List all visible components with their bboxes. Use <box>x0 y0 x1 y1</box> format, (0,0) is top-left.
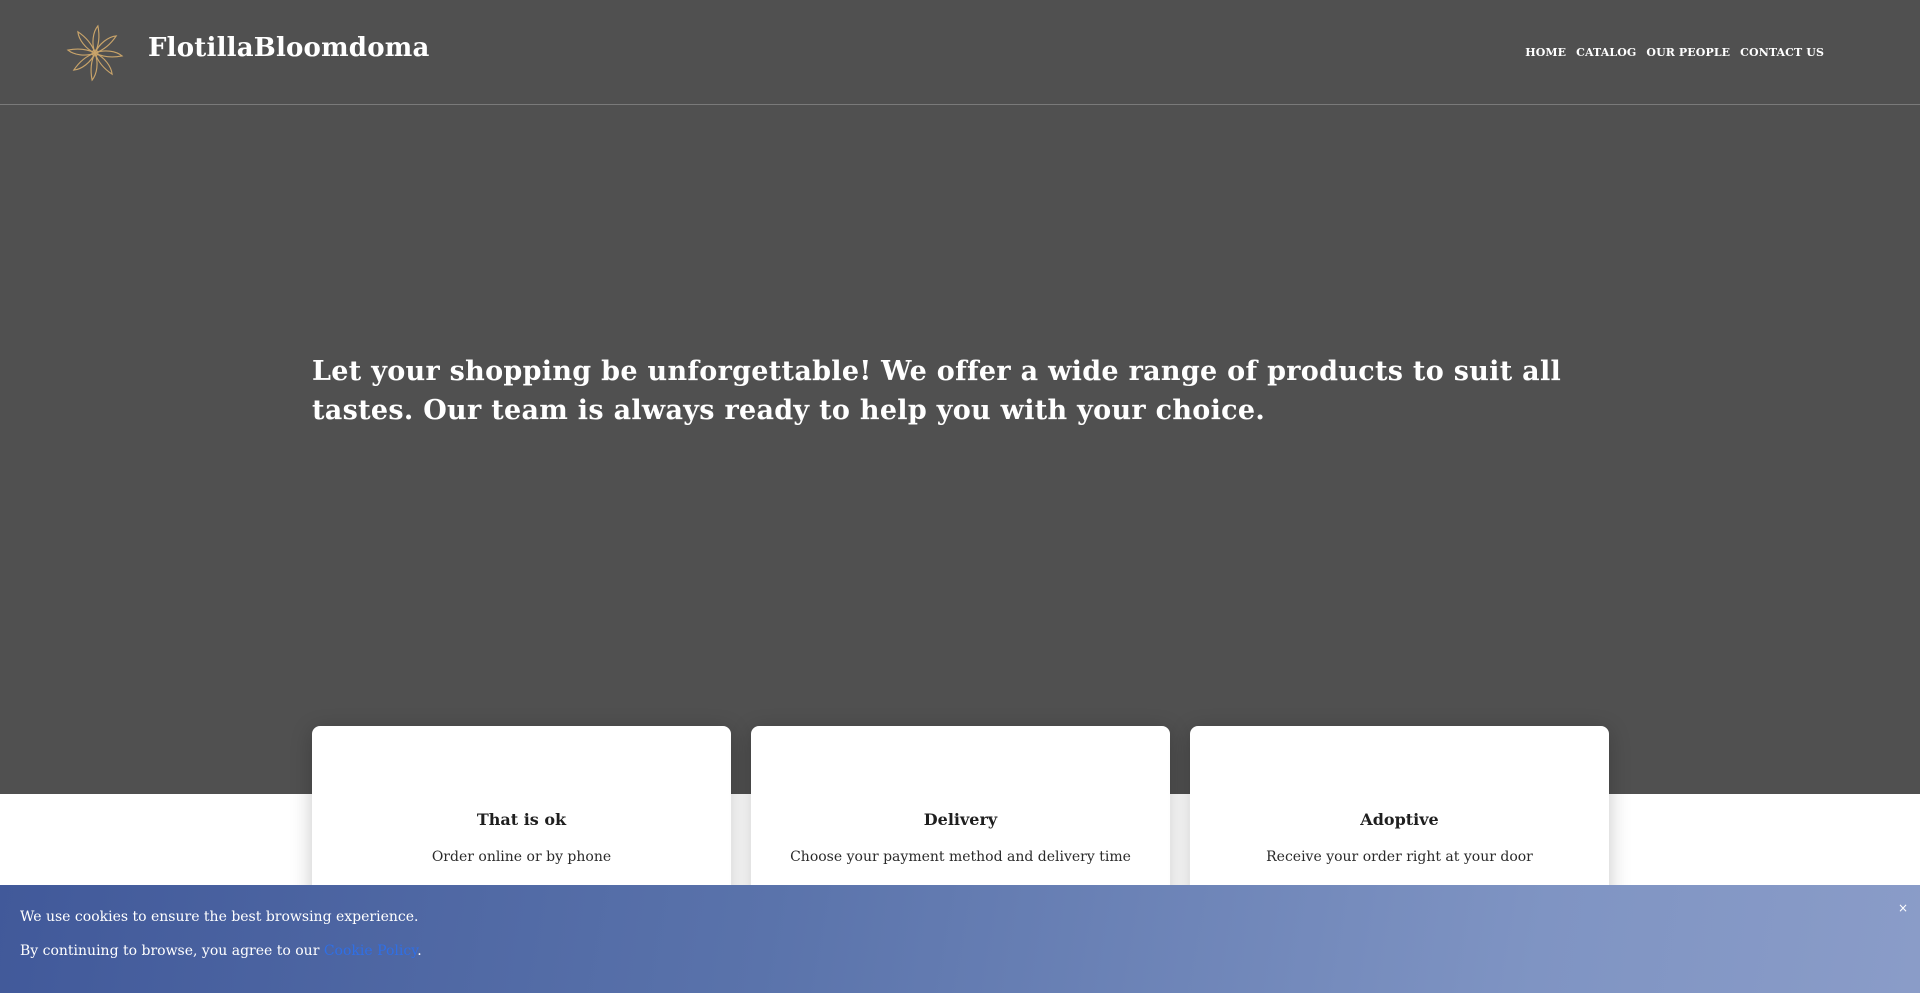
cookie-consent-prefix: By continuing to browse, you agree to ou… <box>20 943 324 959</box>
nav-catalog[interactable]: CATALOG <box>1576 46 1636 59</box>
cookie-policy-link[interactable]: Cookie Policy <box>324 943 417 959</box>
nav-our-people[interactable]: OUR PEOPLE <box>1646 46 1730 59</box>
main-nav: HOME CATALOG OUR PEOPLE CONTACT US <box>1525 46 1824 59</box>
flower-logo-icon[interactable] <box>66 24 124 82</box>
close-icon[interactable]: × <box>1898 901 1908 915</box>
feature-card-desc: Order online or by phone <box>431 849 612 865</box>
feature-card-desc: Receive your order right at your door <box>1266 849 1533 865</box>
brand-name[interactable]: FlotillaBloomdoma <box>148 33 430 63</box>
site-header: FlotillaBloomdoma HOME CATALOG OUR PEOPL… <box>0 0 1920 105</box>
nav-contact-us[interactable]: CONTACT US <box>1740 46 1824 59</box>
cookie-banner: We use cookies to ensure the best browsi… <box>0 885 1920 993</box>
nav-home[interactable]: HOME <box>1525 46 1566 59</box>
cookie-consent-suffix: . <box>417 943 422 959</box>
hero-text: Let your shopping be unforgettable! We o… <box>312 356 1562 426</box>
feature-card-title: Adoptive <box>1360 810 1439 829</box>
feature-card-title: Delivery <box>923 810 998 829</box>
cookie-consent-text: By continuing to browse, you agree to ou… <box>20 943 422 959</box>
feature-card-desc: Choose your payment method and delivery … <box>790 849 1131 865</box>
cookie-message: We use cookies to ensure the best browsi… <box>20 909 419 925</box>
feature-card-title: That is ok <box>476 810 567 829</box>
